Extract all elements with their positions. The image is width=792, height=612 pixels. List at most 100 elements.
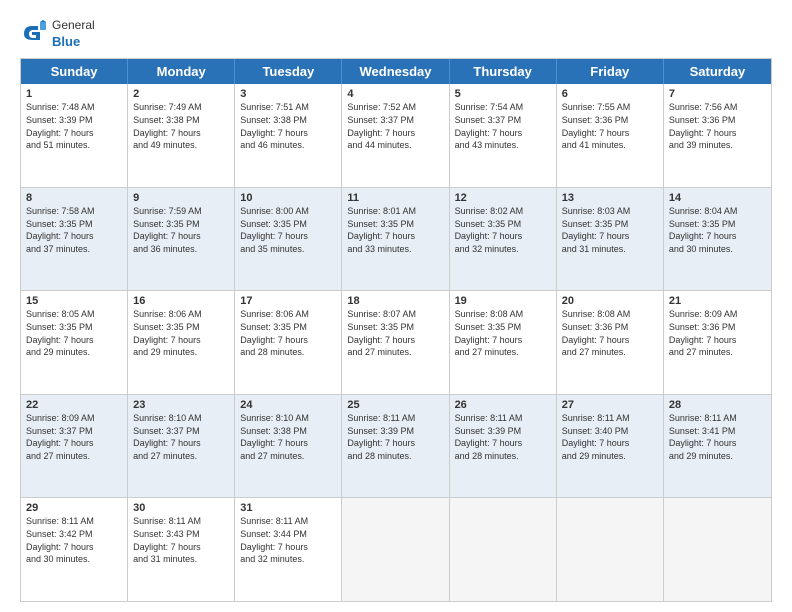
logo-text: General Blue bbox=[52, 18, 95, 50]
calendar-cell: 20Sunrise: 8:08 AMSunset: 3:36 PMDayligh… bbox=[557, 291, 664, 394]
calendar-row: 8Sunrise: 7:58 AMSunset: 3:35 PMDaylight… bbox=[21, 187, 771, 291]
calendar-cell-empty bbox=[557, 498, 664, 601]
cell-sun-info: Sunrise: 7:54 AMSunset: 3:37 PMDaylight:… bbox=[455, 101, 551, 151]
page-header: General Blue bbox=[20, 18, 772, 50]
cell-sun-info: Sunrise: 8:07 AMSunset: 3:35 PMDaylight:… bbox=[347, 308, 443, 358]
calendar-header-day: Saturday bbox=[664, 59, 771, 84]
calendar-cell: 24Sunrise: 8:10 AMSunset: 3:38 PMDayligh… bbox=[235, 395, 342, 498]
day-number: 18 bbox=[347, 295, 443, 307]
calendar-row: 22Sunrise: 8:09 AMSunset: 3:37 PMDayligh… bbox=[21, 394, 771, 498]
calendar-cell: 3Sunrise: 7:51 AMSunset: 3:38 PMDaylight… bbox=[235, 84, 342, 187]
calendar-cell: 7Sunrise: 7:56 AMSunset: 3:36 PMDaylight… bbox=[664, 84, 771, 187]
day-number: 6 bbox=[562, 88, 658, 100]
day-number: 17 bbox=[240, 295, 336, 307]
calendar-cell: 25Sunrise: 8:11 AMSunset: 3:39 PMDayligh… bbox=[342, 395, 449, 498]
calendar-header-day: Monday bbox=[128, 59, 235, 84]
calendar-cell: 17Sunrise: 8:06 AMSunset: 3:35 PMDayligh… bbox=[235, 291, 342, 394]
cell-sun-info: Sunrise: 8:10 AMSunset: 3:37 PMDaylight:… bbox=[133, 412, 229, 462]
calendar-cell-empty bbox=[450, 498, 557, 601]
cell-sun-info: Sunrise: 7:59 AMSunset: 3:35 PMDaylight:… bbox=[133, 205, 229, 255]
calendar-cell: 28Sunrise: 8:11 AMSunset: 3:41 PMDayligh… bbox=[664, 395, 771, 498]
day-number: 1 bbox=[26, 88, 122, 100]
calendar-cell: 23Sunrise: 8:10 AMSunset: 3:37 PMDayligh… bbox=[128, 395, 235, 498]
calendar-body: 1Sunrise: 7:48 AMSunset: 3:39 PMDaylight… bbox=[21, 84, 771, 601]
cell-sun-info: Sunrise: 8:05 AMSunset: 3:35 PMDaylight:… bbox=[26, 308, 122, 358]
day-number: 13 bbox=[562, 192, 658, 204]
calendar-cell: 14Sunrise: 8:04 AMSunset: 3:35 PMDayligh… bbox=[664, 188, 771, 291]
calendar-row: 1Sunrise: 7:48 AMSunset: 3:39 PMDaylight… bbox=[21, 84, 771, 187]
calendar-cell: 2Sunrise: 7:49 AMSunset: 3:38 PMDaylight… bbox=[128, 84, 235, 187]
day-number: 7 bbox=[669, 88, 766, 100]
calendar-cell: 22Sunrise: 8:09 AMSunset: 3:37 PMDayligh… bbox=[21, 395, 128, 498]
day-number: 23 bbox=[133, 399, 229, 411]
calendar-cell: 13Sunrise: 8:03 AMSunset: 3:35 PMDayligh… bbox=[557, 188, 664, 291]
calendar-header-day: Sunday bbox=[21, 59, 128, 84]
cell-sun-info: Sunrise: 8:04 AMSunset: 3:35 PMDaylight:… bbox=[669, 205, 766, 255]
day-number: 19 bbox=[455, 295, 551, 307]
day-number: 15 bbox=[26, 295, 122, 307]
cell-sun-info: Sunrise: 7:55 AMSunset: 3:36 PMDaylight:… bbox=[562, 101, 658, 151]
calendar-cell: 1Sunrise: 7:48 AMSunset: 3:39 PMDaylight… bbox=[21, 84, 128, 187]
cell-sun-info: Sunrise: 8:11 AMSunset: 3:42 PMDaylight:… bbox=[26, 515, 122, 565]
calendar-header: SundayMondayTuesdayWednesdayThursdayFrid… bbox=[21, 59, 771, 84]
day-number: 22 bbox=[26, 399, 122, 411]
cell-sun-info: Sunrise: 7:56 AMSunset: 3:36 PMDaylight:… bbox=[669, 101, 766, 151]
logo-container: General Blue bbox=[20, 18, 95, 50]
cell-sun-info: Sunrise: 8:03 AMSunset: 3:35 PMDaylight:… bbox=[562, 205, 658, 255]
calendar-cell: 19Sunrise: 8:08 AMSunset: 3:35 PMDayligh… bbox=[450, 291, 557, 394]
cell-sun-info: Sunrise: 8:10 AMSunset: 3:38 PMDaylight:… bbox=[240, 412, 336, 462]
day-number: 20 bbox=[562, 295, 658, 307]
calendar-cell: 4Sunrise: 7:52 AMSunset: 3:37 PMDaylight… bbox=[342, 84, 449, 187]
day-number: 12 bbox=[455, 192, 551, 204]
logo-icon bbox=[20, 20, 48, 48]
cell-sun-info: Sunrise: 8:06 AMSunset: 3:35 PMDaylight:… bbox=[240, 308, 336, 358]
calendar-cell: 15Sunrise: 8:05 AMSunset: 3:35 PMDayligh… bbox=[21, 291, 128, 394]
cell-sun-info: Sunrise: 7:51 AMSunset: 3:38 PMDaylight:… bbox=[240, 101, 336, 151]
day-number: 31 bbox=[240, 502, 336, 514]
cell-sun-info: Sunrise: 7:48 AMSunset: 3:39 PMDaylight:… bbox=[26, 101, 122, 151]
page: General Blue SundayMondayTuesdayWednesda… bbox=[0, 0, 792, 612]
day-number: 30 bbox=[133, 502, 229, 514]
calendar-cell-empty bbox=[664, 498, 771, 601]
calendar-cell: 5Sunrise: 7:54 AMSunset: 3:37 PMDaylight… bbox=[450, 84, 557, 187]
cell-sun-info: Sunrise: 8:11 AMSunset: 3:43 PMDaylight:… bbox=[133, 515, 229, 565]
calendar-cell: 12Sunrise: 8:02 AMSunset: 3:35 PMDayligh… bbox=[450, 188, 557, 291]
cell-sun-info: Sunrise: 8:00 AMSunset: 3:35 PMDaylight:… bbox=[240, 205, 336, 255]
calendar-row: 29Sunrise: 8:11 AMSunset: 3:42 PMDayligh… bbox=[21, 497, 771, 601]
calendar-cell-empty bbox=[342, 498, 449, 601]
calendar-cell: 31Sunrise: 8:11 AMSunset: 3:44 PMDayligh… bbox=[235, 498, 342, 601]
cell-sun-info: Sunrise: 8:08 AMSunset: 3:36 PMDaylight:… bbox=[562, 308, 658, 358]
day-number: 10 bbox=[240, 192, 336, 204]
calendar-header-day: Wednesday bbox=[342, 59, 449, 84]
calendar-cell: 16Sunrise: 8:06 AMSunset: 3:35 PMDayligh… bbox=[128, 291, 235, 394]
calendar-header-day: Tuesday bbox=[235, 59, 342, 84]
day-number: 3 bbox=[240, 88, 336, 100]
logo: General Blue bbox=[20, 18, 95, 50]
day-number: 5 bbox=[455, 88, 551, 100]
day-number: 8 bbox=[26, 192, 122, 204]
cell-sun-info: Sunrise: 8:11 AMSunset: 3:40 PMDaylight:… bbox=[562, 412, 658, 462]
cell-sun-info: Sunrise: 7:58 AMSunset: 3:35 PMDaylight:… bbox=[26, 205, 122, 255]
calendar-cell: 6Sunrise: 7:55 AMSunset: 3:36 PMDaylight… bbox=[557, 84, 664, 187]
calendar-header-day: Friday bbox=[557, 59, 664, 84]
cell-sun-info: Sunrise: 8:02 AMSunset: 3:35 PMDaylight:… bbox=[455, 205, 551, 255]
day-number: 26 bbox=[455, 399, 551, 411]
calendar: SundayMondayTuesdayWednesdayThursdayFrid… bbox=[20, 58, 772, 602]
day-number: 9 bbox=[133, 192, 229, 204]
cell-sun-info: Sunrise: 8:06 AMSunset: 3:35 PMDaylight:… bbox=[133, 308, 229, 358]
day-number: 21 bbox=[669, 295, 766, 307]
calendar-cell: 27Sunrise: 8:11 AMSunset: 3:40 PMDayligh… bbox=[557, 395, 664, 498]
day-number: 25 bbox=[347, 399, 443, 411]
calendar-cell: 9Sunrise: 7:59 AMSunset: 3:35 PMDaylight… bbox=[128, 188, 235, 291]
calendar-cell: 30Sunrise: 8:11 AMSunset: 3:43 PMDayligh… bbox=[128, 498, 235, 601]
calendar-row: 15Sunrise: 8:05 AMSunset: 3:35 PMDayligh… bbox=[21, 290, 771, 394]
cell-sun-info: Sunrise: 8:09 AMSunset: 3:37 PMDaylight:… bbox=[26, 412, 122, 462]
day-number: 27 bbox=[562, 399, 658, 411]
day-number: 28 bbox=[669, 399, 766, 411]
cell-sun-info: Sunrise: 7:52 AMSunset: 3:37 PMDaylight:… bbox=[347, 101, 443, 151]
calendar-header-day: Thursday bbox=[450, 59, 557, 84]
cell-sun-info: Sunrise: 8:11 AMSunset: 3:39 PMDaylight:… bbox=[347, 412, 443, 462]
calendar-cell: 26Sunrise: 8:11 AMSunset: 3:39 PMDayligh… bbox=[450, 395, 557, 498]
calendar-cell: 29Sunrise: 8:11 AMSunset: 3:42 PMDayligh… bbox=[21, 498, 128, 601]
cell-sun-info: Sunrise: 8:09 AMSunset: 3:36 PMDaylight:… bbox=[669, 308, 766, 358]
